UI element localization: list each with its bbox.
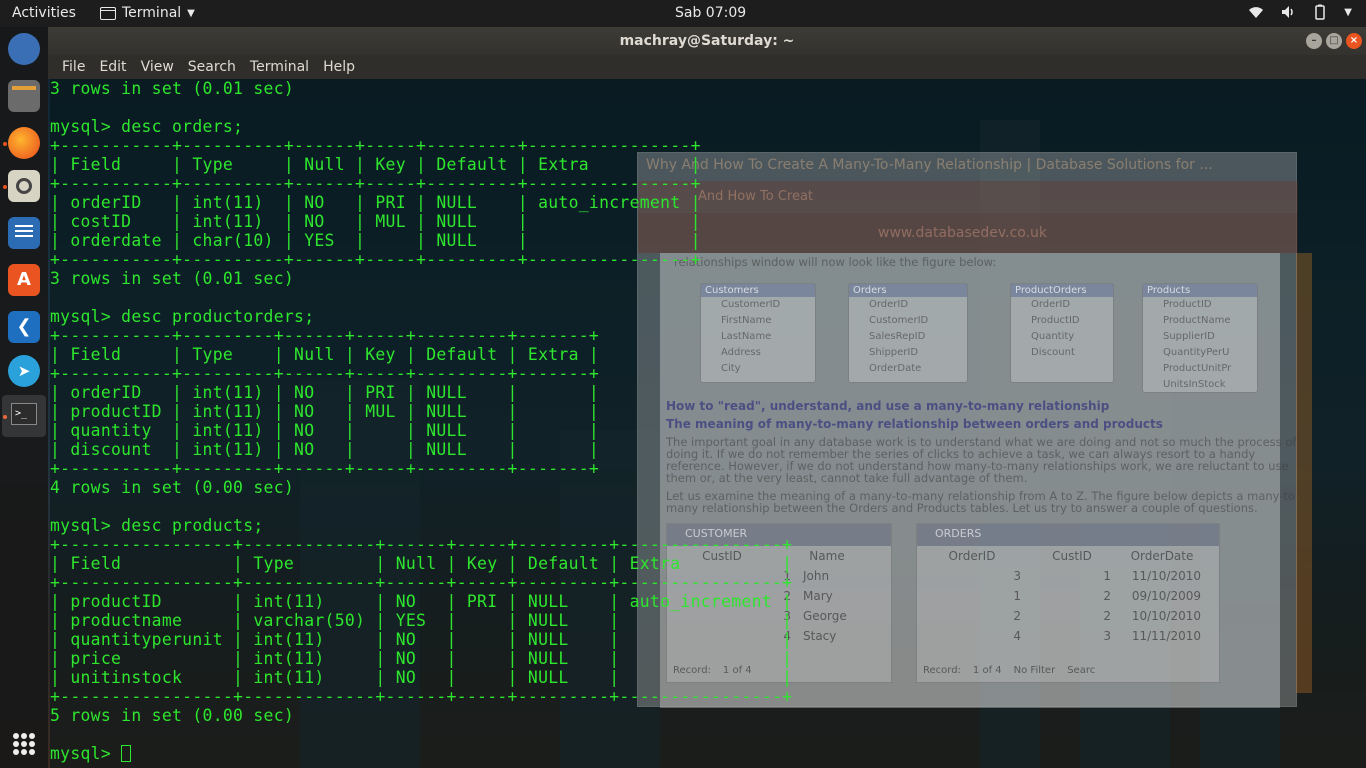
menu-edit[interactable]: Edit <box>92 59 133 75</box>
terminal-line: | orderID | int(11) | NO | PRI | NULL | … <box>50 193 701 212</box>
menu-view[interactable]: View <box>134 59 181 75</box>
minimize-button[interactable]: – <box>1306 33 1322 49</box>
chevron-down-icon: ▼ <box>187 7 195 19</box>
terminal-line: mysql> desc orders; <box>50 117 244 136</box>
terminal-line: | price | int(11) | NO | | NULL | | <box>50 649 793 668</box>
menu-help[interactable]: Help <box>316 59 362 75</box>
show-applications-icon[interactable] <box>13 733 35 755</box>
menu-terminal[interactable]: Terminal <box>243 59 316 75</box>
files-icon[interactable] <box>8 80 40 112</box>
terminal-text: 3 rows in set (0.01 sec) mysql> desc ord… <box>50 79 792 763</box>
browser-scrollbar <box>1296 253 1312 693</box>
terminal-line: 5 rows in set (0.00 sec) <box>50 706 295 725</box>
terminal-line: mysql> desc products; <box>50 516 264 535</box>
terminal-line: | productID | int(11) | NO | PRI | NULL … <box>50 592 793 611</box>
terminal-line: 3 rows in set (0.01 sec) <box>50 79 295 98</box>
table-row: 1 2 09/10/2009 <box>1013 589 1201 603</box>
wifi-icon <box>1249 7 1264 18</box>
orders-table: ORDERS OrderID CustID OrderDate 3 1 11/1… <box>916 523 1220 683</box>
activities-button[interactable]: Activities <box>12 5 76 21</box>
writer-icon[interactable] <box>8 217 40 249</box>
terminal-menubar: File Edit View Search Terminal Help <box>48 55 1366 79</box>
app-menu[interactable]: Terminal ▼ <box>100 5 195 21</box>
menu-file[interactable]: File <box>55 59 92 75</box>
terminal-line: 3 rows in set (0.01 sec) <box>50 269 295 288</box>
terminal-line: | discount | int(11) | NO | | NULL | | <box>50 440 600 459</box>
browser-url: www.databasedev.co.uk <box>878 225 1048 241</box>
terminal-line: | orderID | int(11) | NO | PRI | NULL | … <box>50 383 600 402</box>
telegram-icon[interactable]: ➤ <box>8 355 40 387</box>
top-bar: Activities Terminal ▼ Sab 07:09 ▼ <box>0 0 1366 27</box>
terminal-line: +-----------+---------+------+-----+----… <box>50 364 600 383</box>
table-row: 4 3 11/11/2010 <box>1013 629 1201 643</box>
terminal-line: | Field | Type | Null | Key | Default | … <box>50 345 600 364</box>
terminal-line: +-----------+---------+------+-----+----… <box>50 326 600 345</box>
terminal-app-icon <box>100 6 116 20</box>
terminal-line: 4 rows in set (0.00 sec) <box>50 478 295 497</box>
chevron-down-icon: ▼ <box>1344 6 1352 18</box>
clock[interactable]: Sab 07:09 <box>675 5 746 21</box>
window-titlebar[interactable]: machray@Saturday: ~ – □ × <box>48 27 1366 55</box>
maximize-button[interactable]: □ <box>1326 33 1342 49</box>
terminal-line: | productname | varchar(50) | YES | | NU… <box>50 611 793 630</box>
table-row: 2 2 10/10/2010 <box>1013 609 1201 623</box>
close-button[interactable]: × <box>1346 33 1362 49</box>
terminal-line: +-----------+----------+------+-----+---… <box>50 136 701 155</box>
terminal-line: +-----------+----------+------+-----+---… <box>50 250 701 269</box>
system-tray[interactable]: ▼ <box>1248 4 1352 20</box>
terminal-line: +-----------------+-------------+------+… <box>50 687 793 706</box>
terminal-line: | quantityperunit | int(11) | NO | | NUL… <box>50 630 793 649</box>
terminal-line: mysql> desc productorders; <box>50 307 315 326</box>
vscode-icon[interactable]: ❮ <box>8 311 40 343</box>
terminal-cursor <box>121 745 132 762</box>
terminal-line: +-----------+---------+------+-----+----… <box>50 459 600 478</box>
volume-icon <box>1282 6 1294 18</box>
app-menu-label: Terminal <box>122 5 182 21</box>
battery-icon <box>1315 4 1326 20</box>
terminal-output[interactable]: Why And How To Create A Many-To-Many Rel… <box>50 79 1366 768</box>
terminal-line: | quantity | int(11) | NO | | NULL | | <box>50 421 600 440</box>
diagram-table: Products ProductID ProductName SupplierI… <box>1142 283 1258 393</box>
rhythmbox-icon[interactable] <box>8 170 40 202</box>
menu-search[interactable]: Search <box>181 59 243 75</box>
dock: A ❮ ➤ >_ <box>0 27 48 768</box>
software-center-icon[interactable]: A <box>8 264 40 296</box>
terminal-line: mysql> <box>50 744 792 763</box>
terminal-line: | productID | int(11) | NO | MUL | NULL … <box>50 402 600 421</box>
table-row: 3 1 11/10/2010 <box>1013 569 1201 583</box>
terminal-line: +-----------------+-------------+------+… <box>50 573 793 592</box>
firefox-icon[interactable] <box>8 127 40 159</box>
terminal-line: | orderdate | char(10) | YES | | NULL | … <box>50 231 701 250</box>
thunderbird-icon[interactable] <box>8 33 40 65</box>
terminal-line: | Field | Type | Null | Key | Default | … <box>50 155 701 174</box>
terminal-line: | Field | Type | Null | Key | Default | … <box>50 554 793 573</box>
diagram-table: ProductOrders OrderID ProductID Quantity… <box>1010 283 1114 383</box>
terminal-icon: >_ <box>11 403 37 425</box>
terminal-line: +-----------------+-------------+------+… <box>50 535 793 554</box>
terminal-dock-item[interactable]: >_ <box>2 395 46 437</box>
diagram-table: Orders OrderID CustomerID SalesRepID Shi… <box>848 283 968 383</box>
terminal-line: | costID | int(11) | NO | MUL | NULL | | <box>50 212 701 231</box>
terminal-line: +-----------+----------+------+-----+---… <box>50 174 701 193</box>
window-title: machray@Saturday: ~ <box>619 33 795 49</box>
terminal-window: machray@Saturday: ~ – □ × File Edit View… <box>48 27 1366 768</box>
terminal-line: | unitinstock | int(11) | NO | | NULL | … <box>50 668 793 687</box>
